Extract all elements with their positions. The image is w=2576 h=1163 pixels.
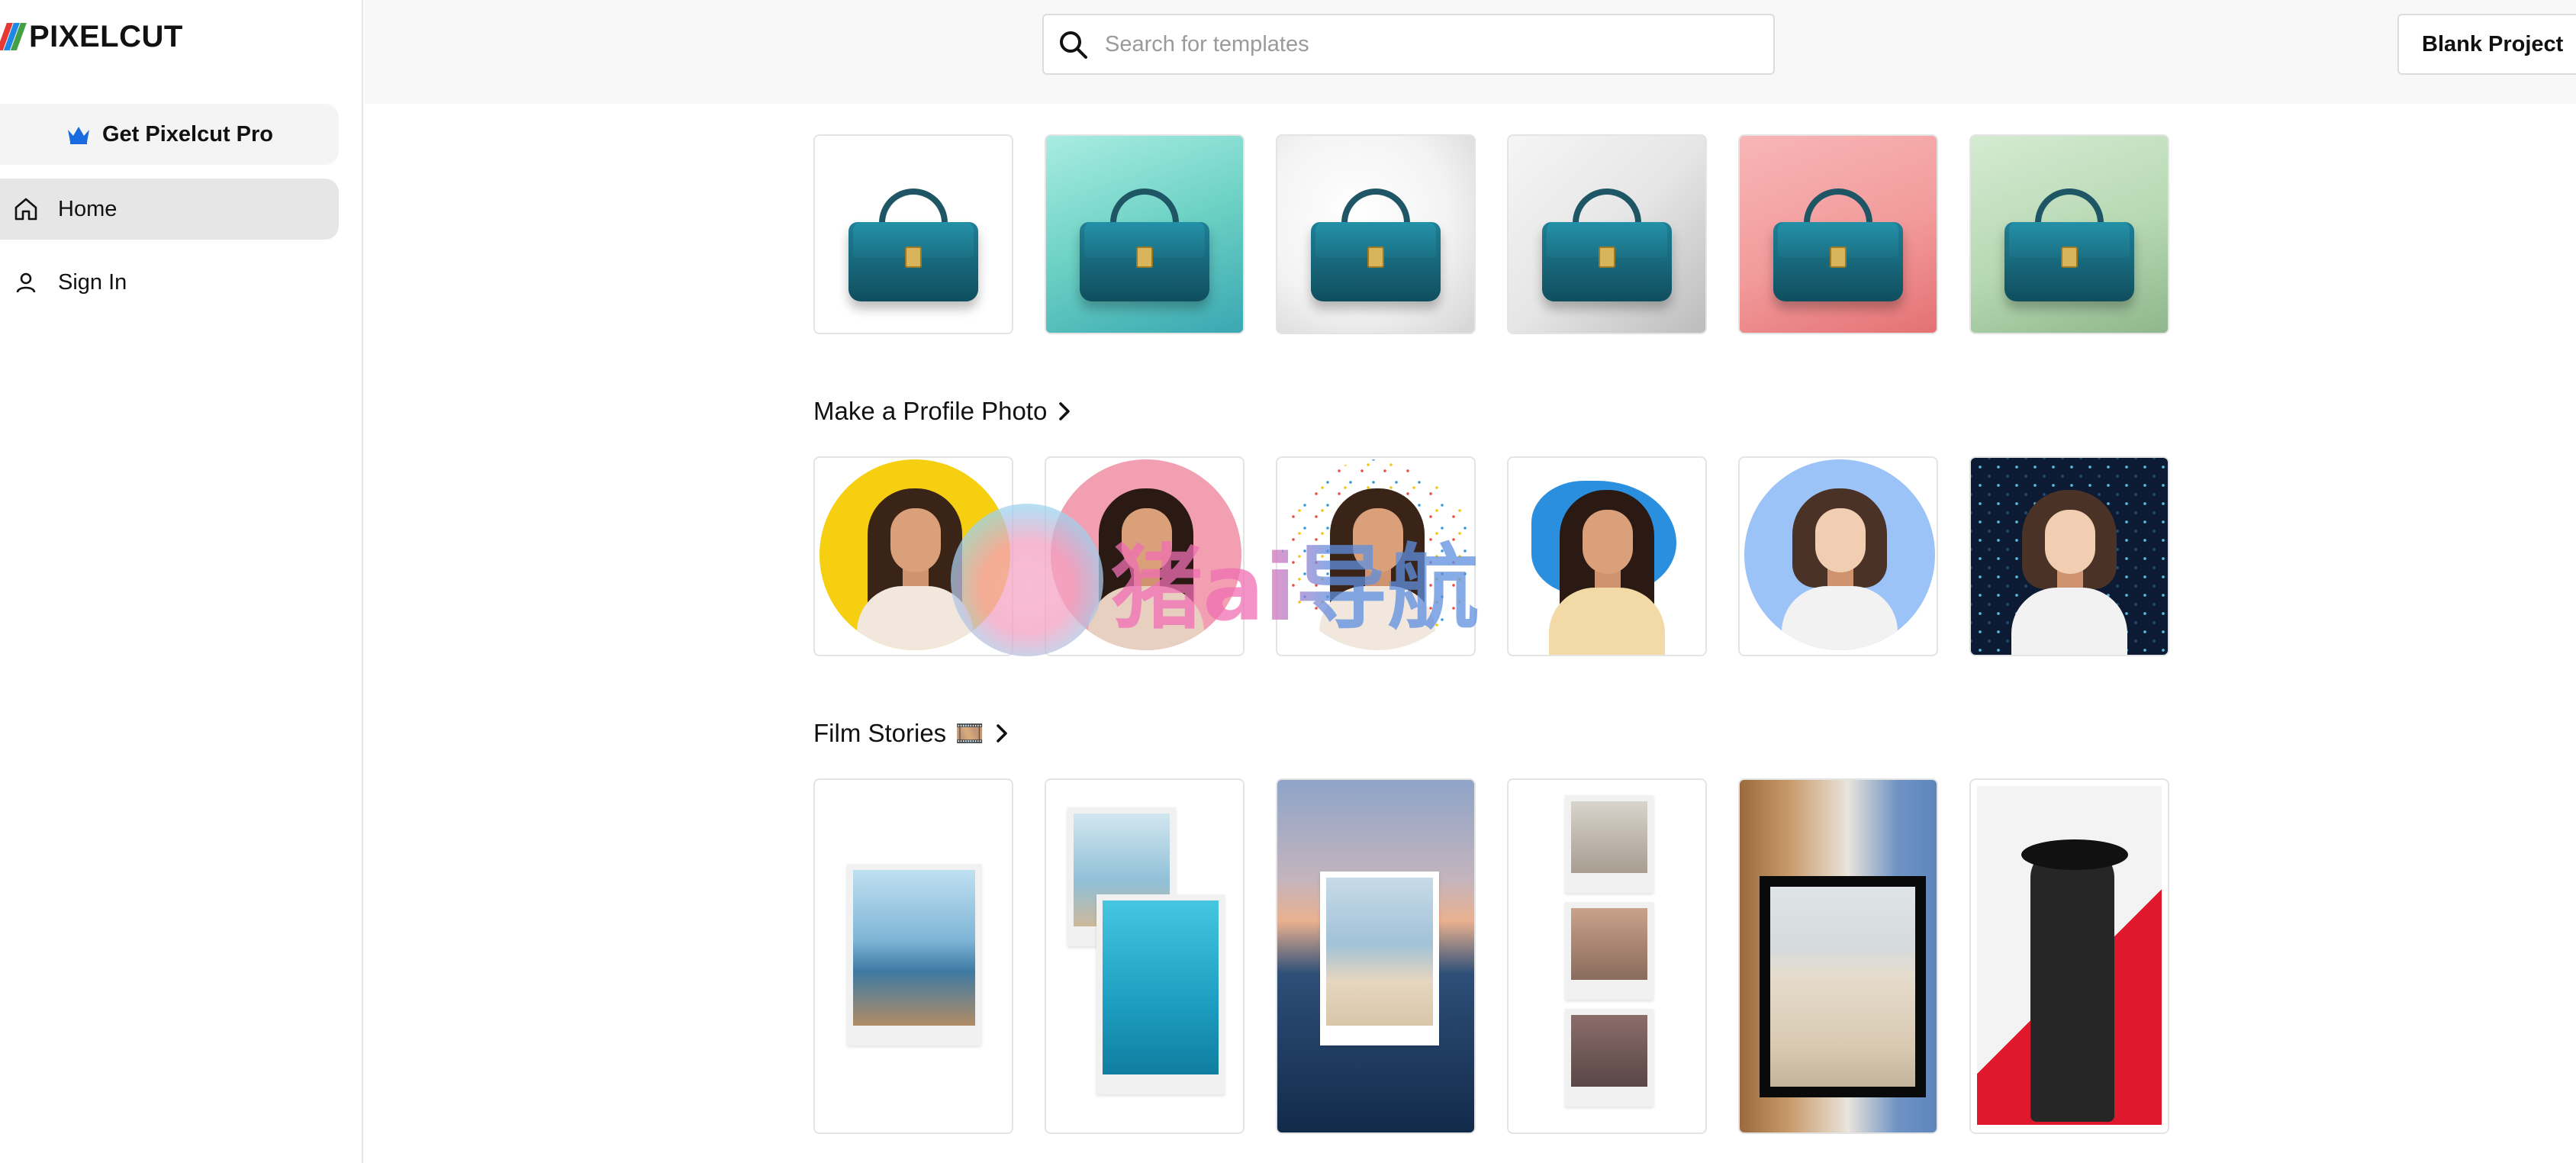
template-card-bag-green[interactable] [1969,134,2169,334]
film-photo [1096,894,1225,1094]
bag-image [848,188,978,303]
search-icon [1060,31,1087,59]
get-pro-button[interactable]: Get Pixelcut Pro [0,104,339,165]
search-bar[interactable] [1042,14,1775,75]
section-title-profile[interactable]: Make a Profile Photo [813,397,1071,426]
template-card-film-4[interactable] [1507,778,1707,1134]
film-photo [1565,902,1653,1000]
profile-photo [1546,482,1668,655]
template-card-film-5[interactable] [1738,778,1938,1134]
template-card-profile-lightblue[interactable] [1738,456,1938,656]
top-header: Blank Project [365,0,2576,104]
bag-image [1542,188,1672,303]
template-card-profile-glitter[interactable] [1969,456,2169,656]
home-icon [12,195,40,223]
bag-image [1311,188,1441,303]
logo-text: PIXELCUT [29,19,183,53]
film-photo [1977,786,2162,1125]
profile-photo [1744,459,1935,650]
template-card-profile-yellow[interactable] [813,456,1013,656]
profile-photo [1282,459,1473,650]
film-photo [1760,876,1926,1097]
profile-photo [2008,482,2130,655]
template-card-film-1[interactable] [813,778,1013,1134]
chevron-right-icon [1058,401,1071,422]
search-input[interactable] [1105,31,1761,57]
profile-photo [819,459,1010,650]
crown-icon [66,124,92,145]
template-card-bag-white[interactable] [813,134,1013,334]
section-title-text: Make a Profile Photo [813,397,1048,425]
chevron-right-icon [995,723,1009,744]
sidebar-item-sign-in[interactable]: Sign In [0,252,339,313]
blank-project-button[interactable]: Blank Project [2397,14,2576,75]
pixelcut-logo[interactable]: PIXELCUT [0,20,183,53]
template-card-film-3[interactable] [1276,778,1476,1134]
template-card-profile-pink[interactable] [1045,456,1245,656]
profile-photo [1051,459,1241,650]
section-title-text: Film Stories [813,719,947,747]
template-card-bag-teal[interactable] [1045,134,1245,334]
template-card-bag-soft-white[interactable] [1276,134,1476,334]
sidebar: PIXELCUT Get Pixelcut Pro Home Sign In [0,0,363,1163]
bag-image [1773,188,1903,303]
film-photo [1320,871,1439,1045]
sidebar-item-label: Home [58,196,118,221]
film-photo [1565,795,1653,893]
get-pro-label: Get Pixelcut Pro [101,121,273,147]
template-card-profile-blue-splash[interactable] [1507,456,1707,656]
template-card-bag-pink[interactable] [1738,134,1938,334]
film-photo [1565,1009,1653,1107]
film-photo [847,864,981,1045]
film-emoji-icon: 🎞️ [955,720,984,746]
sidebar-item-label: Sign In [58,269,127,295]
template-card-film-6[interactable] [1969,778,2169,1134]
bag-image [1080,188,1209,303]
template-card-bag-grey[interactable] [1507,134,1707,334]
template-card-film-2[interactable] [1045,778,1245,1134]
user-icon [12,269,40,296]
sidebar-item-home[interactable]: Home [0,179,339,240]
bag-image [2004,188,2134,303]
section-title-film[interactable]: Film Stories 🎞️ [813,719,1009,748]
template-card-profile-dots[interactable] [1276,456,1476,656]
logo-stripes-icon [0,23,27,50]
